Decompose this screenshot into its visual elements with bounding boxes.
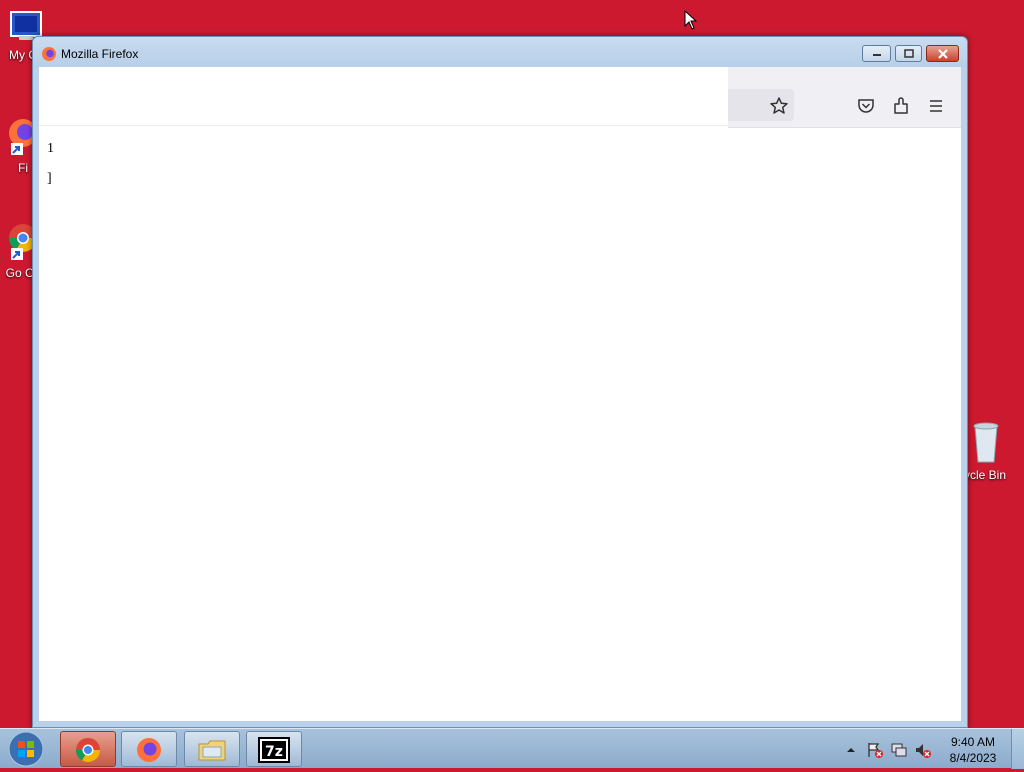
taskbar-file-explorer-button[interactable] — [184, 731, 240, 767]
7zip-icon: 7z — [258, 737, 290, 763]
window-titlebar[interactable]: Mozilla Firefox — [33, 37, 967, 67]
clock-time: 9:40 AM — [950, 735, 996, 749]
minimize-icon — [872, 54, 881, 56]
system-clock[interactable]: 9:40 AM 8/4/2023 — [942, 734, 1004, 766]
show-desktop-button[interactable] — [1011, 729, 1024, 769]
taskbar-firefox-button[interactable] — [121, 731, 177, 767]
taskbar-7zip-button[interactable]: 7z — [246, 731, 302, 767]
firefox-icon — [42, 47, 56, 61]
firefox-icon — [137, 738, 161, 762]
navigation-toolbar — [728, 67, 961, 128]
close-button[interactable] — [926, 45, 959, 62]
page-text-line: 1 — [47, 141, 54, 156]
volume-muted-icon[interactable] — [914, 741, 932, 759]
action-center-flag-icon[interactable] — [866, 741, 884, 759]
chrome-icon — [76, 738, 100, 763]
page-text-line: ] — [47, 171, 52, 186]
folder-icon — [198, 740, 226, 761]
taskbar-chrome-button[interactable] — [60, 731, 116, 767]
window-title: Mozilla Firefox — [61, 47, 139, 61]
minimize-button[interactable] — [862, 45, 891, 62]
network-icon[interactable] — [890, 741, 908, 759]
recycle-bin-icon — [973, 422, 999, 463]
start-button[interactable] — [6, 731, 46, 767]
close-icon — [937, 49, 948, 59]
mouse-cursor-icon — [684, 10, 698, 30]
hamburger-menu-icon[interactable] — [925, 95, 947, 117]
clock-date: 8/4/2023 — [949, 751, 997, 765]
toolbar-separator — [39, 125, 728, 126]
firefox-window: Mozilla Firefox 1] — [32, 36, 968, 728]
7zip-label: 7z — [265, 744, 283, 760]
show-hidden-icons-arrow-icon[interactable] — [846, 741, 856, 757]
bookmark-star-icon[interactable] — [768, 95, 790, 117]
maximize-button[interactable] — [895, 45, 922, 62]
restore-icon — [903, 49, 914, 58]
taskbar: 7z 9:40 AM 8/4/2023 — [0, 728, 1024, 769]
browser-content: 1 ] — [39, 67, 961, 721]
extensions-icon[interactable] — [890, 95, 912, 117]
pocket-icon[interactable] — [855, 95, 877, 117]
windows-logo-icon — [8, 731, 44, 767]
